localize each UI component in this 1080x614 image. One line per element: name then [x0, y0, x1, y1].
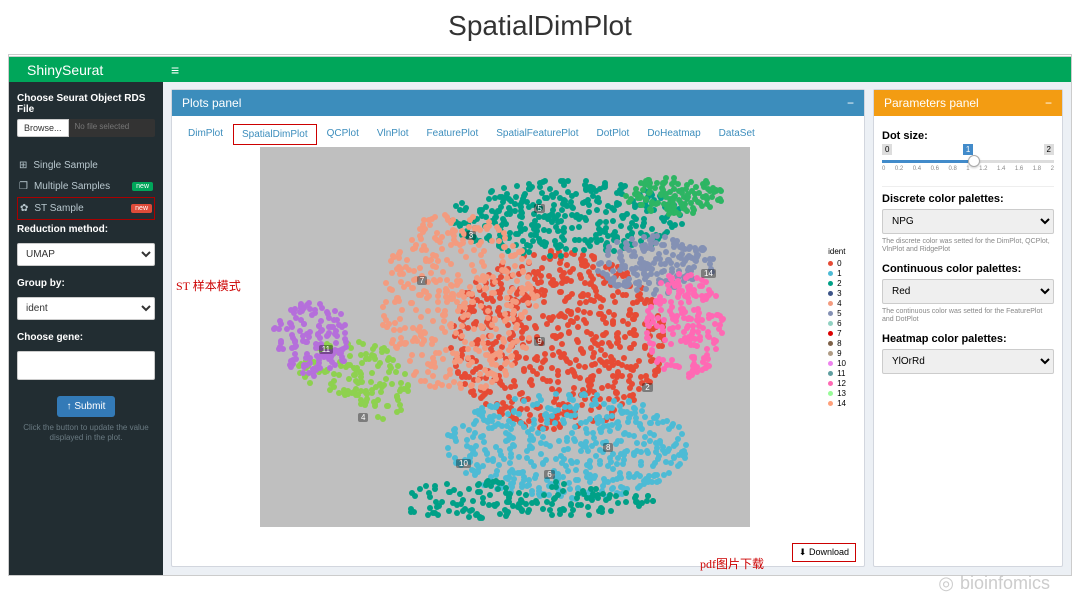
cluster-label: 2	[642, 383, 652, 392]
sidebar-item-1[interactable]: ❐ Multiple Samples new	[17, 176, 155, 197]
cluster-label: 9	[534, 337, 544, 346]
cluster-label: 4	[358, 413, 368, 422]
sidebar-item-label: ST Sample	[34, 203, 83, 214]
tab-doheatmap[interactable]: DoHeatmap	[639, 124, 708, 145]
browse-button[interactable]: Browse...	[17, 119, 69, 137]
reduction-label: Reduction method:	[17, 224, 155, 235]
cluster-label: 10	[456, 459, 471, 468]
legend-item: 1	[828, 269, 846, 278]
slider-value: 1	[963, 144, 973, 155]
legend-item: 11	[828, 369, 846, 378]
legend-title: ident	[828, 247, 846, 256]
download-button[interactable]: ⬇ Download	[792, 543, 856, 562]
cluster-label: 6	[544, 470, 554, 479]
legend-item: 10	[828, 359, 846, 368]
tab-qcplot[interactable]: QCPlot	[319, 124, 367, 145]
sidebar-hint: Click the button to update the value dis…	[17, 423, 155, 444]
sidebar-item-label: Single Sample	[33, 160, 97, 171]
sidebar-icon: ✿	[20, 203, 28, 214]
heatmap-label: Heatmap color palettes:	[882, 333, 1054, 345]
badge: new	[132, 182, 153, 191]
annotation-st-mode: ST 样本模式	[176, 277, 241, 294]
tab-featureplot[interactable]: FeaturePlot	[419, 124, 487, 145]
cluster-label: 3	[466, 231, 476, 240]
submit-button[interactable]: ↑ Submit	[57, 396, 116, 417]
heatmap-select[interactable]: YlOrRd	[882, 349, 1054, 374]
discrete-hint: The discrete color was setted for the Di…	[882, 238, 1054, 255]
legend-item: 8	[828, 339, 846, 348]
legend-item: 2	[828, 279, 846, 288]
legend-item: 6	[828, 319, 846, 328]
hamburger-icon[interactable]: ≡	[163, 62, 187, 78]
discrete-label: Discrete color palettes:	[882, 193, 1054, 205]
gene-label: Choose gene:	[17, 332, 155, 343]
tab-dataset[interactable]: DataSet	[711, 124, 763, 145]
file-label: Choose Seurat Object RDS File	[17, 93, 155, 115]
continuous-select[interactable]: Red	[882, 279, 1054, 304]
legend-item: 13	[828, 389, 846, 398]
sidebar-item-0[interactable]: ⊞ Single Sample	[17, 155, 155, 176]
annotation-pdf: pdf图片下载	[700, 555, 764, 572]
sidebar-icon: ⊞	[19, 160, 27, 171]
sidebar: Choose Seurat Object RDS File Browse... …	[9, 81, 163, 575]
tab-dotplot[interactable]: DotPlot	[589, 124, 638, 145]
legend-item: 9	[828, 349, 846, 358]
tab-dimplot[interactable]: DimPlot	[180, 124, 231, 145]
legend-item: 12	[828, 379, 846, 388]
tab-vlnplot[interactable]: VlnPlot	[369, 124, 417, 145]
cluster-label: 8	[603, 443, 613, 452]
legend-item: 4	[828, 299, 846, 308]
sidebar-item-2[interactable]: ✿ ST Sample new	[17, 197, 155, 220]
sidebar-item-label: Multiple Samples	[34, 181, 110, 192]
sidebar-icon: ❐	[19, 181, 28, 192]
dot-size-slider[interactable]: 0 2 1 00.20.40.60.811.21.41.61.82	[882, 146, 1054, 180]
reduction-select[interactable]: UMAP	[17, 243, 155, 266]
legend-item: 5	[828, 309, 846, 318]
plot-canvas: 3 5 7 9 11 4 10 6 8 2 14	[260, 147, 750, 527]
cluster-label: 14	[701, 269, 716, 278]
group-label: Group by:	[17, 278, 155, 289]
plots-panel-title: Plots panel	[182, 96, 241, 110]
brand: ShinySeurat	[9, 62, 163, 78]
params-panel-title: Parameters panel	[884, 96, 979, 110]
gene-input[interactable]	[17, 351, 155, 380]
plots-panel: Plots panel − DimPlotSpatialDimPlotQCPlo…	[171, 89, 865, 567]
legend-item: 0	[828, 259, 846, 268]
topbar: ShinySeurat ≡	[8, 56, 1072, 82]
tab-spatialfeatureplot[interactable]: SpatialFeaturePlot	[488, 124, 586, 145]
collapse-icon[interactable]: −	[1045, 96, 1052, 110]
tab-spatialdimplot[interactable]: SpatialDimPlot	[233, 124, 317, 145]
cluster-label: 11	[319, 345, 333, 354]
legend-item: 14	[828, 399, 846, 408]
legend-item: 3	[828, 289, 846, 298]
params-panel: Parameters panel − Dot size: 0 2 1 00.20…	[873, 89, 1063, 567]
watermark: ◎ bioinfomics	[938, 573, 1050, 594]
dot-size-label: Dot size:	[882, 130, 1054, 142]
continuous-hint: The continuous color was setted for the …	[882, 308, 1054, 325]
wechat-icon: ◎	[938, 573, 954, 594]
group-select[interactable]: ident	[17, 297, 155, 320]
badge: new	[131, 204, 152, 213]
file-status: No file selected	[69, 119, 155, 137]
continuous-label: Continuous color palettes:	[882, 263, 1054, 275]
discrete-select[interactable]: NPG	[882, 209, 1054, 234]
slider-min: 0	[882, 144, 892, 155]
legend: ident 01234567891011121314	[828, 247, 846, 409]
collapse-icon[interactable]: −	[847, 96, 854, 110]
cluster-label: 7	[417, 276, 427, 285]
page-title: SpatialDimPlot	[0, 0, 1080, 54]
legend-item: 7	[828, 329, 846, 338]
tabs: DimPlotSpatialDimPlotQCPlotVlnPlotFeatur…	[180, 124, 856, 145]
slider-max: 2	[1044, 144, 1054, 155]
cluster-label: 5	[534, 204, 544, 213]
